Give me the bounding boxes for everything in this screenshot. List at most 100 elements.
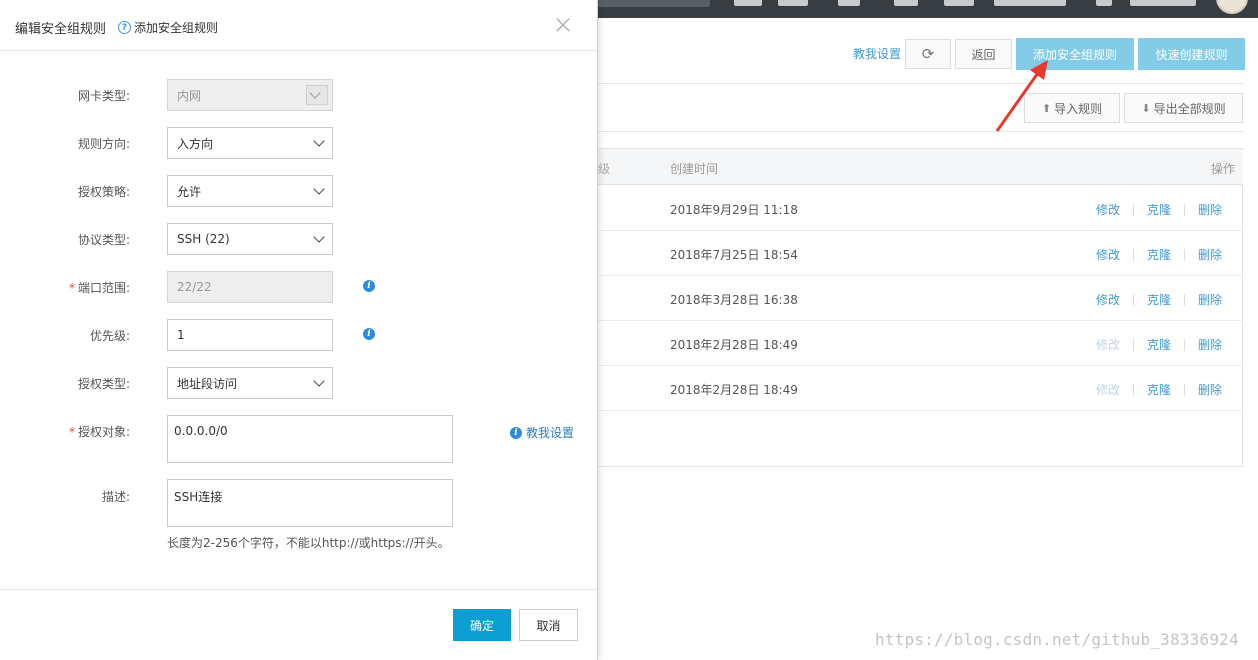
table-row: 2018年9月29日 11:18 修改 克隆 删除: [598, 186, 1243, 231]
row-created-time: 2018年2月28日 18:49: [670, 338, 798, 352]
table-header: 级 创建时间 操作: [598, 149, 1243, 185]
port-range-input: 22/22: [167, 271, 333, 303]
form-row-auth-type: 授权类型: 地址段访问: [0, 367, 597, 399]
divider: [598, 131, 1243, 132]
chevron-down-icon: [313, 231, 325, 243]
auth-policy-select[interactable]: 允许: [167, 175, 333, 207]
table-row: 2018年3月28日 16:38 修改 克隆 删除: [598, 276, 1243, 321]
delete-link[interactable]: 删除: [1198, 246, 1222, 263]
table-row: 2018年7月25日 18:54 修改 克隆 删除: [598, 231, 1243, 276]
description-hint: 长度为2-256个字符，不能以http://或https://开头。: [167, 536, 450, 550]
refresh-button[interactable]: ⟳: [905, 39, 951, 69]
nic-type-select: 内网: [167, 79, 333, 111]
top-nav-item[interactable]: [838, 0, 860, 6]
teach-me-link[interactable]: 教我设置: [853, 45, 901, 62]
avatar[interactable]: [1216, 0, 1248, 14]
watermark: https://blog.csdn.net/github_38336924: [875, 630, 1239, 649]
direction-label: 规则方向:: [77, 137, 130, 151]
row-created-time: 2018年2月28日 18:49: [670, 383, 798, 397]
column-header-actions: 操作: [1210, 162, 1235, 176]
clone-link[interactable]: 克隆: [1147, 336, 1171, 353]
edit-link[interactable]: 修改: [1096, 291, 1120, 308]
priority-value: 1: [177, 328, 185, 342]
auth-policy-label: 授权策略:: [77, 185, 130, 199]
delete-link[interactable]: 删除: [1198, 381, 1222, 398]
top-nav-item[interactable]: [778, 0, 808, 6]
top-nav-item[interactable]: [944, 0, 974, 6]
port-range-label: * 端口范围:: [69, 279, 130, 296]
chevron-down-icon: [313, 135, 325, 147]
delete-link[interactable]: 删除: [1198, 336, 1222, 353]
help-link[interactable]: ? 添加安全组规则: [118, 19, 218, 36]
top-nav-item[interactable]: [994, 0, 1066, 6]
top-nav-bar: [598, 0, 1258, 18]
auth-object-label: * 授权对象:: [69, 423, 130, 440]
description-label: 描述:: [101, 490, 130, 504]
port-range-value: 22/22: [177, 280, 212, 294]
refresh-icon: ⟳: [921, 45, 935, 63]
info-circle-icon[interactable]: i: [363, 328, 375, 340]
row-actions: 修改 克隆 删除: [1096, 336, 1222, 353]
clone-link[interactable]: 克隆: [1147, 246, 1171, 263]
export-all-rules-button[interactable]: ⬇ 导出全部规则: [1124, 93, 1243, 123]
edit-link[interactable]: 修改: [1096, 246, 1120, 263]
description-textarea[interactable]: SSH连接: [167, 479, 453, 527]
required-mark: *: [68, 425, 75, 439]
clone-link[interactable]: 克隆: [1147, 201, 1171, 218]
form-row-nic-type: 网卡类型: 内网: [0, 79, 597, 111]
separator: [1133, 338, 1135, 351]
form-row-port-range: * 端口范围: 22/22 i: [0, 271, 597, 303]
auth-type-label: 授权类型:: [77, 377, 130, 391]
table-row: 2018年2月28日 18:49 修改 克隆 删除: [598, 321, 1243, 366]
auth-object-label-text: 授权对象:: [77, 425, 130, 439]
column-header-priority-fragment: 级: [598, 162, 611, 176]
top-nav-item[interactable]: [894, 0, 918, 6]
form-row-priority: 优先级: 1 i: [0, 319, 597, 351]
auth-object-textarea[interactable]: 0.0.0.0/0: [167, 415, 453, 463]
column-header-created-time: 创建时间: [670, 162, 719, 176]
auth-type-select[interactable]: 地址段访问: [167, 367, 333, 399]
chevron-down-icon: [313, 375, 325, 387]
edit-link[interactable]: 修改: [1096, 201, 1120, 218]
protocol-select[interactable]: SSH (22): [167, 223, 333, 255]
direction-select[interactable]: 入方向: [167, 127, 333, 159]
teach-me-label: 教我设置: [526, 426, 575, 440]
row-actions: 修改 克隆 删除: [1096, 246, 1222, 263]
teach-me-link-side[interactable]: i 教我设置: [510, 424, 574, 441]
separator: [1184, 383, 1186, 396]
delete-link[interactable]: 删除: [1198, 291, 1222, 308]
clone-link[interactable]: 克隆: [1147, 291, 1171, 308]
top-nav-item[interactable]: [734, 0, 762, 6]
form-row-direction: 规则方向: 入方向: [0, 127, 597, 159]
direction-value: 入方向: [177, 136, 214, 151]
confirm-button[interactable]: 确定: [453, 609, 511, 641]
edit-link-disabled: 修改: [1096, 383, 1121, 397]
close-icon[interactable]: ×: [552, 12, 574, 38]
top-nav-item[interactable]: [1130, 0, 1196, 6]
separator: [1184, 338, 1186, 351]
cancel-button[interactable]: 取消: [519, 609, 578, 641]
top-search-box[interactable]: [598, 0, 710, 7]
row-actions: 修改 克隆 删除: [1096, 381, 1222, 398]
top-nav-item[interactable]: [1096, 0, 1112, 6]
row-created-time: 2018年3月28日 16:38: [670, 293, 798, 307]
quick-create-rule-button[interactable]: 快速创建规则: [1138, 38, 1245, 70]
edit-link-disabled: 修改: [1096, 338, 1121, 352]
form-row-protocol: 协议类型: SSH (22): [0, 223, 597, 255]
info-circle-icon[interactable]: i: [363, 280, 375, 292]
separator: [1133, 248, 1135, 261]
row-created-time: 2018年7月25日 18:54: [670, 248, 798, 262]
priority-input[interactable]: 1: [167, 319, 333, 351]
required-mark: *: [68, 281, 75, 295]
form-row-auth-policy: 授权策略: 允许: [0, 175, 597, 207]
nic-type-value: 内网: [177, 88, 202, 103]
separator: [1133, 293, 1135, 306]
protocol-value: SSH (22): [177, 232, 230, 246]
delete-link[interactable]: 删除: [1198, 201, 1222, 218]
port-range-label-text: 端口范围:: [77, 281, 130, 295]
dialog-header: 编辑安全组规则 ? 添加安全组规则 ×: [0, 0, 597, 51]
clone-link[interactable]: 克隆: [1147, 381, 1171, 398]
separator: [1184, 293, 1186, 306]
auth-policy-value: 允许: [177, 184, 202, 199]
separator: [1184, 248, 1186, 261]
